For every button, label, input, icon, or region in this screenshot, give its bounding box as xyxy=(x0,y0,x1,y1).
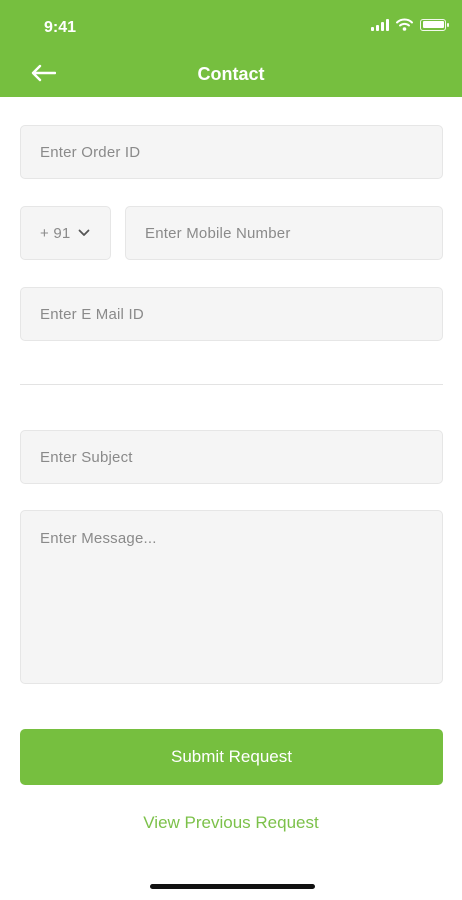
subject-field[interactable]: Enter Subject xyxy=(20,430,443,484)
order-id-placeholder: Enter Order ID xyxy=(40,143,141,161)
view-previous-request-link[interactable]: View Previous Request xyxy=(0,813,462,833)
home-indicator xyxy=(150,884,315,889)
country-code-select[interactable]: + 91 xyxy=(20,206,111,260)
chevron-down-icon xyxy=(79,229,90,236)
submit-request-label: Submit Request xyxy=(171,747,292,766)
country-code-value: + 91 xyxy=(40,224,71,242)
submit-request-button[interactable]: Submit Request xyxy=(20,729,443,785)
page-title: Contact xyxy=(197,64,265,84)
subject-placeholder: Enter Subject xyxy=(40,448,133,466)
order-id-field[interactable]: Enter Order ID xyxy=(20,125,443,179)
section-divider xyxy=(20,384,443,385)
status-time: 9:41 xyxy=(44,19,77,36)
status-icons xyxy=(371,18,449,31)
email-placeholder: Enter E Mail ID xyxy=(40,305,144,323)
mobile-placeholder: Enter Mobile Number xyxy=(145,224,291,242)
mobile-number-field[interactable]: Enter Mobile Number xyxy=(125,206,443,260)
message-placeholder: Enter Message... xyxy=(40,530,157,547)
email-field[interactable]: Enter E Mail ID xyxy=(20,287,443,341)
wifi-icon xyxy=(396,18,413,31)
battery-icon xyxy=(420,18,449,31)
app-header: 9:41 Contact xyxy=(0,0,462,97)
message-textarea[interactable]: Enter Message... xyxy=(20,510,443,684)
cellular-signal-icon xyxy=(371,18,389,31)
